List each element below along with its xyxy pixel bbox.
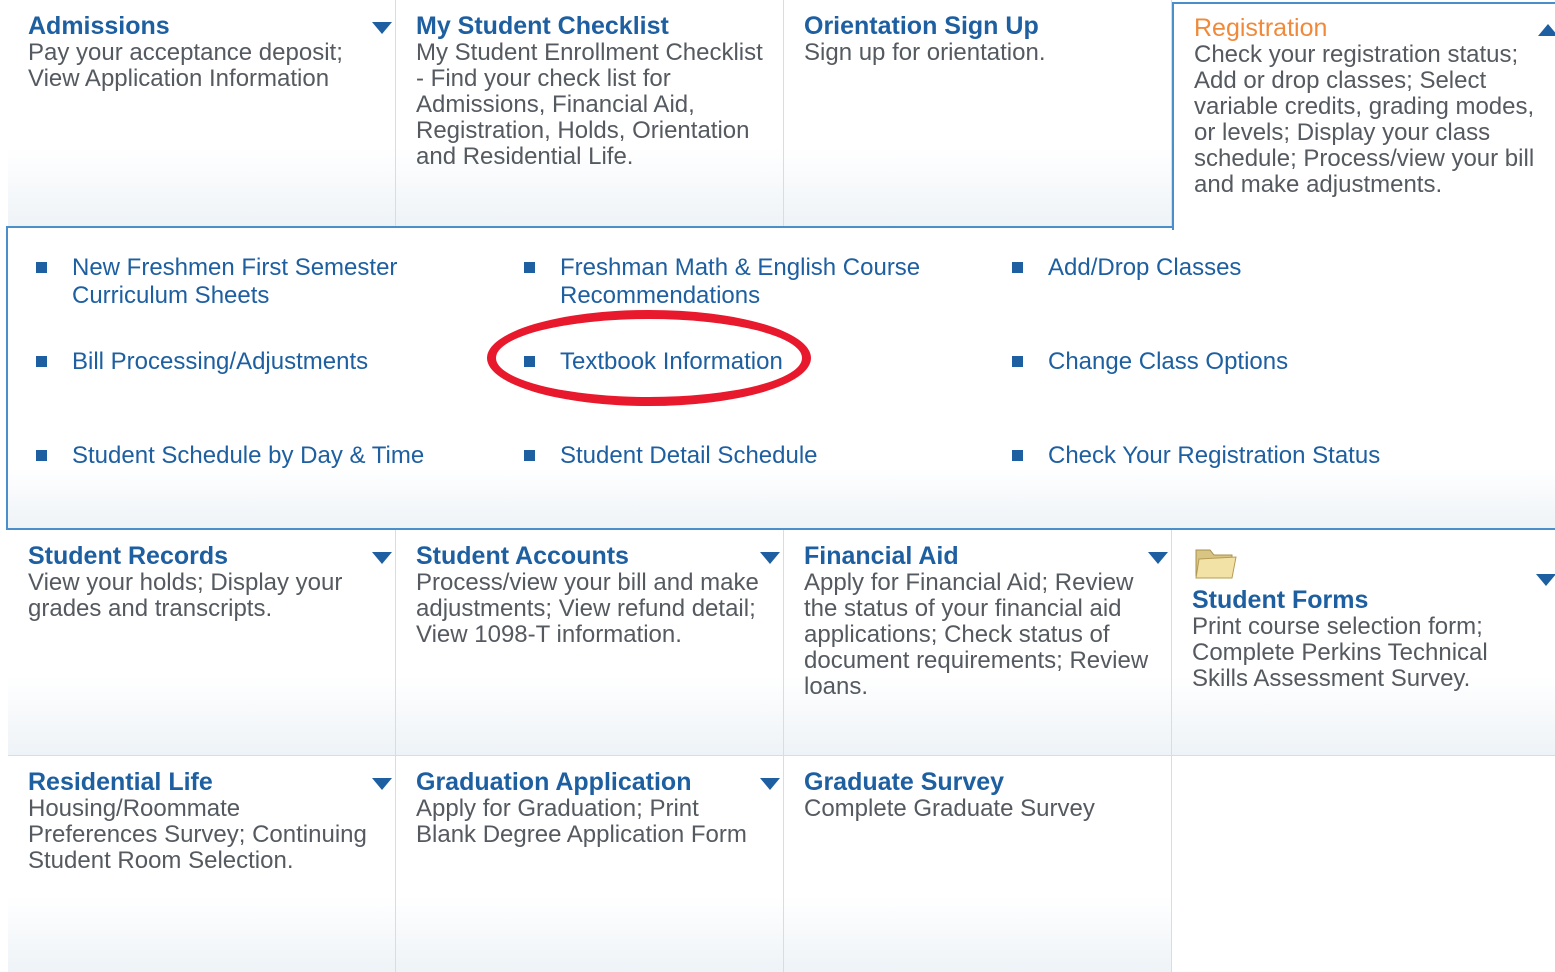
tile-orientation-sign-up[interactable]: Orientation Sign Up Sign up for orientat… [784,0,1172,228]
tile-title-residential[interactable]: Residential Life [28,768,375,796]
tile-desc-admissions: Pay your acceptance deposit; View Applic… [28,39,343,92]
tile-title-graduation-app[interactable]: Graduation Application [416,768,763,796]
tile-desc-orientation: Sign up for orientation. [804,39,1046,66]
tile-title-admissions[interactable]: Admissions [28,12,375,40]
chevron-down-icon[interactable] [372,778,392,790]
link-math-english-recommendations[interactable]: Freshman Math & English Course Recommend… [524,254,944,310]
tile-title-financial-aid[interactable]: Financial Aid [804,542,1151,570]
link-textbook-label[interactable]: Textbook Information [524,348,944,376]
tile-desc-checklist: My Student Enrollment Checklist - Find y… [416,39,763,170]
tile-graduate-survey[interactable]: Graduate Survey Complete Graduate Survey [784,756,1172,972]
link-schedule-day-time-label[interactable]: Student Schedule by Day & Time [36,442,476,470]
tile-desc-graduation-app: Apply for Graduation; Print Blank Degree… [416,795,747,848]
link-math-english-label[interactable]: Freshman Math & English Course Recommend… [524,254,944,310]
tile-desc-forms: Print course selection form; Complete Pe… [1192,613,1488,692]
chevron-down-icon[interactable] [760,552,780,564]
square-bullet-icon [524,356,535,367]
square-bullet-icon [524,450,535,461]
tile-title-graduate-survey[interactable]: Graduate Survey [804,768,1151,796]
link-bill-processing-label[interactable]: Bill Processing/Adjustments [36,348,456,376]
student-services-page: Admissions Pay your acceptance deposit; … [0,0,1555,972]
link-add-drop-label[interactable]: Add/Drop Classes [1012,254,1432,282]
tile-desc-graduate-survey: Complete Graduate Survey [804,795,1095,822]
square-bullet-icon [1012,356,1023,367]
chevron-down-icon[interactable] [1536,574,1555,586]
link-textbook-information[interactable]: Textbook Information [524,348,944,376]
tile-student-forms[interactable]: Student Forms Print course selection for… [1172,530,1555,756]
link-add-drop-classes[interactable]: Add/Drop Classes [1012,254,1432,282]
link-bill-processing[interactable]: Bill Processing/Adjustments [36,348,456,376]
tile-admissions[interactable]: Admissions Pay your acceptance deposit; … [8,0,396,228]
tile-desc-residential: Housing/Roommate Preferences Survey; Con… [28,795,367,874]
link-registration-status[interactable]: Check Your Registration Status [1012,442,1472,470]
chevron-up-icon[interactable] [1538,24,1555,36]
chevron-down-icon[interactable] [372,22,392,34]
chevron-down-icon[interactable] [760,778,780,790]
link-curriculum-sheets[interactable]: New Freshmen First Semester Curriculum S… [36,254,456,310]
link-schedule-day-time[interactable]: Student Schedule by Day & Time [36,442,476,470]
tile-student-records[interactable]: Student Records View your holds; Display… [8,530,396,756]
link-change-class-options[interactable]: Change Class Options [1012,348,1432,376]
tile-title-orientation[interactable]: Orientation Sign Up [804,12,1151,40]
square-bullet-icon [1012,450,1023,461]
tile-desc-records: View your holds; Display your grades and… [28,569,343,622]
tile-title-registration[interactable]: Registration [1194,14,1540,42]
square-bullet-icon [36,262,47,273]
tile-title-records[interactable]: Student Records [28,542,375,570]
link-change-options-label[interactable]: Change Class Options [1012,348,1432,376]
link-curriculum-sheets-label[interactable]: New Freshmen First Semester Curriculum S… [36,254,456,310]
tile-desc-accounts: Process/view your bill and make adjustme… [416,569,759,648]
tile-graduation-application[interactable]: Graduation Application Apply for Graduat… [396,756,784,972]
tile-my-student-checklist[interactable]: My Student Checklist My Student Enrollme… [396,0,784,228]
tile-financial-aid[interactable]: Financial Aid Apply for Financial Aid; R… [784,530,1172,756]
tile-residential-life[interactable]: Residential Life Housing/Roommate Prefer… [8,756,396,972]
link-detail-schedule-label[interactable]: Student Detail Schedule [524,442,944,470]
tile-student-accounts[interactable]: Student Accounts Process/view your bill … [396,530,784,756]
tile-title-forms[interactable]: Student Forms [1192,586,1541,614]
tile-title-checklist[interactable]: My Student Checklist [416,12,763,40]
link-registration-status-label[interactable]: Check Your Registration Status [1012,442,1472,470]
tile-desc-financial-aid: Apply for Financial Aid; Review the stat… [804,569,1149,700]
tile-desc-registration: Check your registration status; Add or d… [1194,41,1535,198]
square-bullet-icon [1012,262,1023,273]
link-detail-schedule[interactable]: Student Detail Schedule [524,442,944,470]
square-bullet-icon [36,450,47,461]
chevron-down-icon[interactable] [372,552,392,564]
registration-links-panel: New Freshmen First Semester Curriculum S… [6,226,1555,530]
chevron-down-icon[interactable] [1148,552,1168,564]
square-bullet-icon [36,356,47,367]
folder-icon [1195,549,1237,579]
tile-title-accounts[interactable]: Student Accounts [416,542,763,570]
square-bullet-icon [524,262,535,273]
tile-registration[interactable]: Registration Check your registration sta… [1172,2,1555,230]
